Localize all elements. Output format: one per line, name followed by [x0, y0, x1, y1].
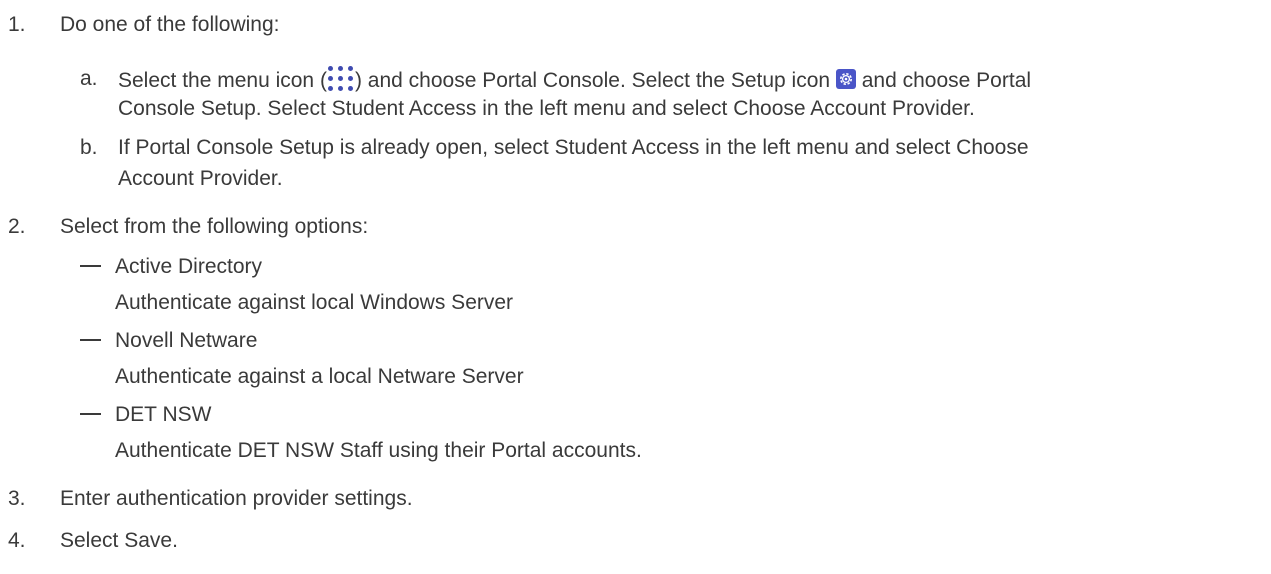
- substep-text-part: Select the menu icon (: [118, 69, 327, 92]
- step-text: Select Save.: [60, 529, 178, 552]
- dash-bullet: [80, 339, 101, 341]
- dash-bullet: [80, 265, 101, 267]
- step-number: 1.: [8, 13, 26, 36]
- dash-bullet: [80, 413, 101, 415]
- gear-icon: [835, 69, 856, 89]
- substep-a-continued: Console Setup. Select Student Access in …: [118, 97, 975, 120]
- step-text: Enter authentication provider settings.: [60, 487, 413, 510]
- step-text: Do one of the following:: [60, 13, 280, 36]
- step-text: Select from the following options:: [60, 215, 369, 238]
- substep-line: Select the menu icon ( ) and choose Port…: [118, 66, 1031, 94]
- substep-text-part: ) and choose Portal Console. Select the …: [354, 69, 836, 92]
- option-name: Active Directory: [115, 255, 263, 278]
- option-name: DET NSW: [115, 403, 212, 426]
- step-number: 2.: [8, 215, 26, 238]
- option-description: Authenticate against a local Netware Ser…: [115, 365, 524, 388]
- menu-dots-icon: [327, 66, 355, 92]
- option-name: Novell Netware: [115, 329, 258, 352]
- step-number: 4.: [8, 529, 26, 552]
- substep-text-part: and choose Portal: [855, 69, 1032, 92]
- step-number: 3.: [8, 487, 26, 510]
- option-item: Novell Netware: [80, 328, 257, 354]
- substep-text: If Portal Console Setup is already open,…: [118, 136, 1029, 159]
- option-description: Authenticate DET NSW Staff using their P…: [115, 439, 642, 462]
- option-item: Active Directory: [80, 254, 262, 280]
- substep-letter: b.: [80, 136, 98, 159]
- substep-b-continued: Account Provider.: [118, 167, 283, 190]
- option-description: Authenticate against local Windows Serve…: [115, 291, 514, 314]
- substep-letter: a.: [80, 67, 98, 90]
- option-item: DET NSW: [80, 402, 211, 428]
